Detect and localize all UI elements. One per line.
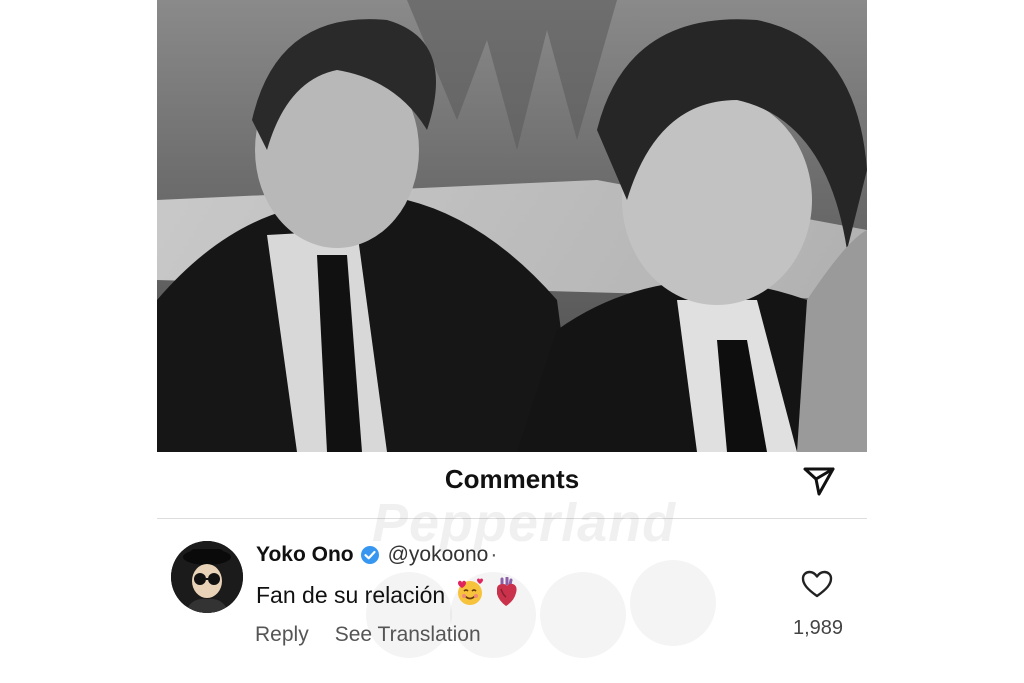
verified-badge-icon [360,546,379,564]
reply-button[interactable]: Reply [255,623,309,647]
comment-actions: Reply See Translation [255,623,481,647]
comment-username[interactable]: Yoko Ono [256,543,354,567]
like-count: 1,989 [792,617,844,639]
handle-separator: · [490,543,498,566]
send-icon[interactable] [799,460,839,500]
smiling-face-with-hearts-icon [455,577,485,613]
comments-header: Comments [157,452,867,519]
post-photo[interactable] [157,0,867,452]
avatar-image [171,541,243,613]
see-translation-button[interactable]: See Translation [335,623,481,647]
comment-body: Fan de su relación [256,576,519,613]
comments-title: Comments [444,464,580,494]
comment-user-line: Yoko Ono @yokoono · [256,543,497,567]
comment-handle[interactable]: @yokoono [388,543,489,567]
avatar-icon[interactable] [171,541,243,613]
photo-image [157,0,867,452]
comment-text: Fan de su relación [256,581,446,608]
comment-item: Yoko Ono @yokoono · Fan de su relación R… [157,519,867,683]
anatomical-heart-icon [493,576,519,613]
heart-icon[interactable] [801,569,833,599]
